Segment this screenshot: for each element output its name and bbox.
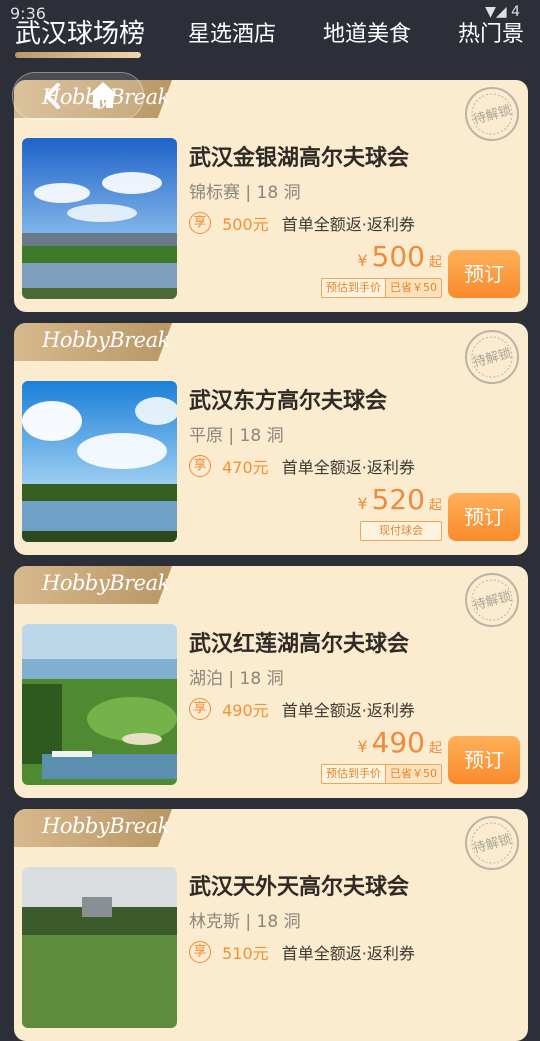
price-tags: 现付球会	[360, 521, 442, 541]
estimated-price-tag: 预估到手价	[321, 764, 386, 784]
nav-capsule	[12, 72, 144, 120]
pay-at-course-tag: 现付球会	[360, 521, 442, 541]
stamp-text: 待解锁	[471, 831, 513, 857]
stamp-text: 待解锁	[471, 102, 513, 128]
course-photo	[22, 138, 177, 299]
course-name: 武汉金银湖高尔夫球会	[189, 146, 410, 171]
tab-golf-ranking[interactable]: 武汉球场榜	[15, 13, 145, 50]
promo-badge: 享	[189, 698, 211, 720]
promo-row: 享 500元 首单全额返·返利券	[189, 211, 415, 235]
course-meta: 湖泊 | 18 洞	[189, 669, 284, 689]
locked-stamp-icon: 待解锁	[465, 816, 519, 870]
brand-logo: HobbyBreak	[42, 814, 170, 838]
course-photo	[22, 624, 177, 785]
tab-food[interactable]: 地道美食	[323, 16, 411, 48]
book-button[interactable]: 预订	[448, 493, 520, 541]
savings-tag: 已省￥50	[386, 278, 442, 298]
price-currency: ¥	[357, 251, 368, 270]
tab-attractions[interactable]: 热门景	[458, 16, 524, 48]
promo-amount: 500元	[222, 215, 269, 234]
price-currency: ¥	[357, 494, 368, 513]
promo-description: 首单全额返·返利券	[281, 458, 415, 477]
course-meta: 锦标赛 | 18 洞	[189, 183, 301, 203]
course-photo	[22, 867, 177, 1028]
course-card[interactable]: HobbyBreak 待解锁 武汉天外天高尔夫球会 林克斯 | 18 洞 享 5…	[14, 809, 528, 1041]
estimated-price-tag: 预估到手价	[321, 278, 386, 298]
promo-row: 享 470元 首单全额返·返利券	[189, 454, 415, 478]
book-button[interactable]: 预订	[448, 736, 520, 784]
stamp-text: 待解锁	[471, 588, 513, 614]
price-suffix: 起	[428, 498, 442, 513]
price-value: 520	[371, 483, 425, 516]
promo-row: 享 490元 首单全额返·返利券	[189, 697, 415, 721]
locked-stamp-icon: 待解锁	[465, 573, 519, 627]
course-name: 武汉东方高尔夫球会	[189, 389, 388, 414]
promo-description: 首单全额返·返利券	[281, 944, 415, 963]
promo-description: 首单全额返·返利券	[281, 215, 415, 234]
book-button[interactable]: 预订	[448, 250, 520, 298]
promo-amount: 510元	[222, 944, 269, 963]
tab-hotels[interactable]: 星选酒店	[188, 16, 276, 48]
price: ¥490 起	[357, 726, 442, 759]
price-tags: 预估到手价 已省￥50	[321, 764, 442, 784]
category-tabs: 武汉球场榜 星选酒店 地道美食 热门景	[0, 10, 540, 58]
savings-tag: 已省￥50	[386, 764, 442, 784]
price-suffix: 起	[428, 255, 442, 270]
course-card[interactable]: HobbyBreak 待解锁 武汉红莲湖高尔夫球会 湖泊 | 18 洞 享 49…	[14, 566, 528, 798]
price: ¥500 起	[357, 240, 442, 273]
stamp-text: 待解锁	[471, 345, 513, 371]
course-meta: 林克斯 | 18 洞	[189, 912, 301, 932]
locked-stamp-icon: 待解锁	[465, 87, 519, 141]
promo-row: 享 510元 首单全额返·返利券	[189, 940, 415, 964]
promo-badge: 享	[189, 212, 211, 234]
course-name: 武汉红莲湖高尔夫球会	[189, 632, 410, 657]
promo-badge: 享	[189, 455, 211, 477]
active-tab-indicator	[15, 52, 141, 58]
course-meta: 平原 | 18 洞	[189, 426, 284, 446]
promo-amount: 470元	[222, 458, 269, 477]
brand-logo: HobbyBreak	[42, 571, 170, 595]
back-arrow-icon[interactable]	[43, 82, 63, 110]
course-photo	[22, 381, 177, 542]
brand-logo: HobbyBreak	[42, 328, 170, 352]
price: ¥520 起	[357, 483, 442, 516]
promo-amount: 490元	[222, 701, 269, 720]
price-value: 490	[371, 726, 425, 759]
price-value: 500	[371, 240, 425, 273]
course-card[interactable]: HobbyBreak 待解锁 武汉东方高尔夫球会 平原 | 18 洞 享 470…	[14, 323, 528, 555]
price-tags: 预估到手价 已省￥50	[321, 278, 442, 298]
course-name: 武汉天外天高尔夫球会	[189, 875, 410, 900]
price-suffix: 起	[428, 741, 442, 756]
locked-stamp-icon: 待解锁	[465, 330, 519, 384]
price-currency: ¥	[357, 737, 368, 756]
promo-description: 首单全额返·返利券	[281, 701, 415, 720]
home-icon[interactable]	[87, 80, 119, 110]
